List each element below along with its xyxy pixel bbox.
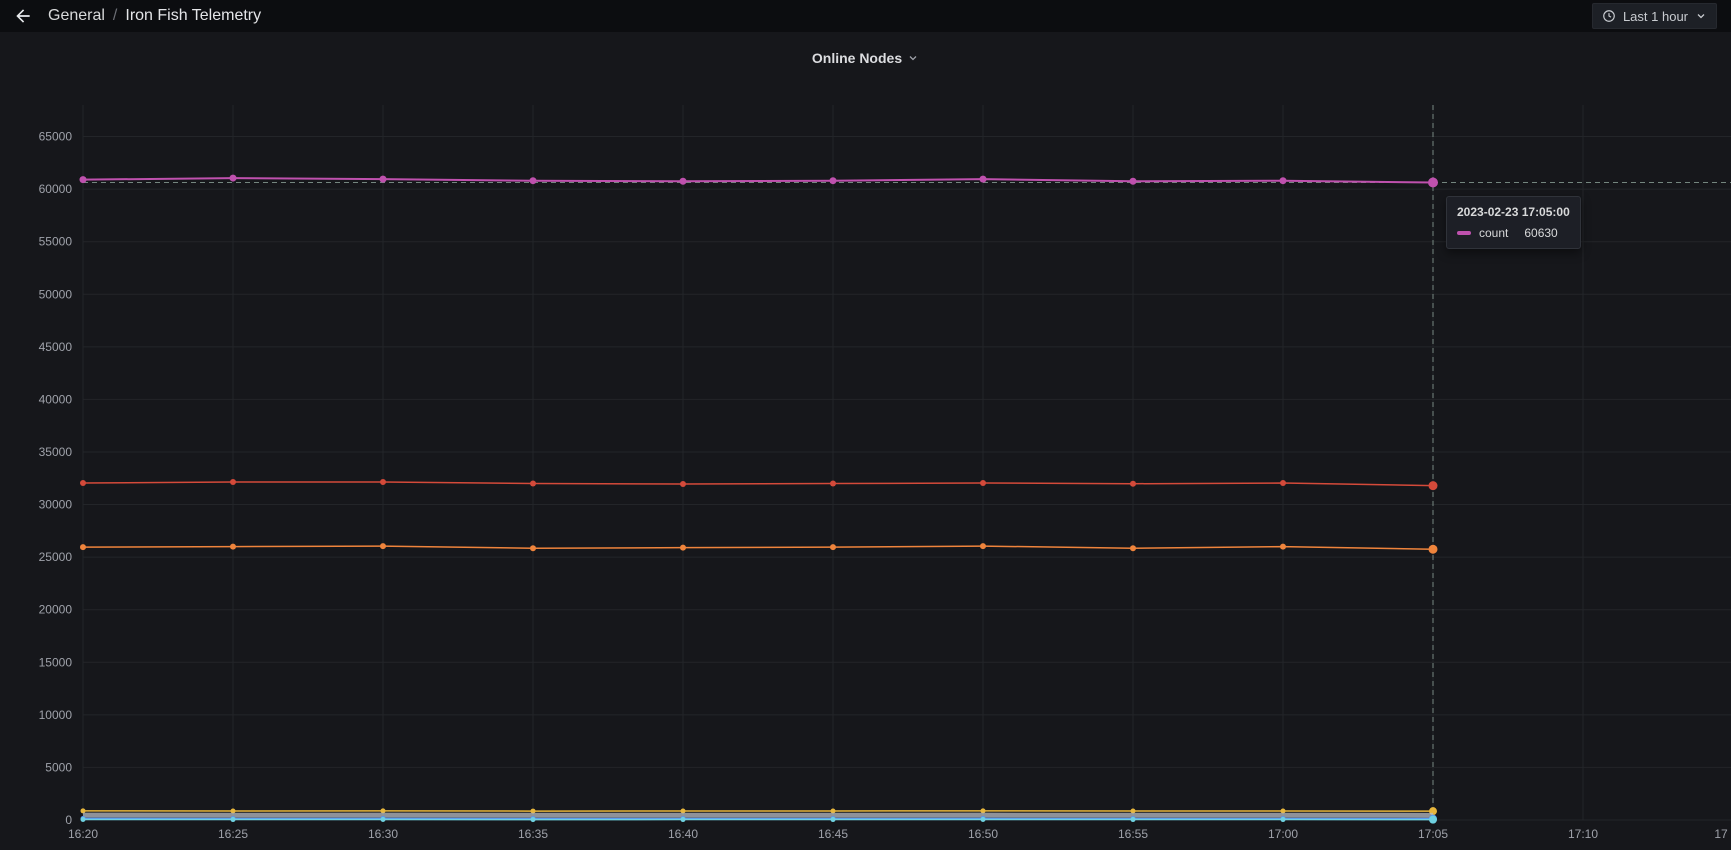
svg-text:17: 17 bbox=[1714, 827, 1728, 841]
svg-text:45000: 45000 bbox=[39, 340, 73, 354]
svg-text:20000: 20000 bbox=[39, 603, 73, 617]
svg-text:16:20: 16:20 bbox=[68, 827, 98, 841]
tooltip-series-swatch bbox=[1457, 231, 1471, 235]
svg-text:16:50: 16:50 bbox=[968, 827, 998, 841]
svg-text:16:30: 16:30 bbox=[368, 827, 398, 841]
svg-text:30000: 30000 bbox=[39, 498, 73, 512]
svg-text:17:10: 17:10 bbox=[1568, 827, 1598, 841]
svg-text:40000: 40000 bbox=[39, 392, 73, 406]
svg-text:16:25: 16:25 bbox=[218, 827, 248, 841]
svg-text:10000: 10000 bbox=[39, 708, 73, 722]
svg-text:60000: 60000 bbox=[39, 182, 73, 196]
svg-text:17:00: 17:00 bbox=[1268, 827, 1298, 841]
tooltip-series-row: count 60630 bbox=[1457, 226, 1570, 240]
svg-text:25000: 25000 bbox=[39, 550, 73, 564]
breadcrumb-dashboard-title[interactable]: Iron Fish Telemetry bbox=[125, 7, 261, 25]
tooltip-series-value: 60630 bbox=[1524, 226, 1558, 240]
svg-text:35000: 35000 bbox=[39, 445, 73, 459]
breadcrumb: General / Iron Fish Telemetry bbox=[48, 7, 261, 25]
svg-text:17:05: 17:05 bbox=[1418, 827, 1448, 841]
chevron-down-icon bbox=[1695, 10, 1707, 22]
chart-tooltip: 2023-02-23 17:05:00 count 60630 bbox=[1446, 196, 1581, 249]
time-range-label: Last 1 hour bbox=[1622, 8, 1688, 24]
svg-text:65000: 65000 bbox=[39, 130, 73, 144]
time-range-picker[interactable]: Last 1 hour bbox=[1591, 3, 1717, 29]
svg-text:15000: 15000 bbox=[39, 655, 73, 669]
svg-text:16:40: 16:40 bbox=[668, 827, 698, 841]
clock-icon bbox=[1602, 9, 1616, 23]
back-button[interactable] bbox=[10, 3, 36, 29]
svg-text:16:35: 16:35 bbox=[518, 827, 548, 841]
panel-title: Online Nodes bbox=[811, 50, 903, 66]
tooltip-timestamp: 2023-02-23 17:05:00 bbox=[1457, 205, 1570, 219]
svg-text:50000: 50000 bbox=[39, 287, 73, 301]
breadcrumb-section[interactable]: General bbox=[48, 7, 105, 25]
tooltip-series-label: count bbox=[1479, 226, 1509, 240]
svg-text:16:55: 16:55 bbox=[1118, 827, 1148, 841]
svg-text:0: 0 bbox=[65, 813, 72, 827]
arrow-left-icon bbox=[13, 6, 33, 26]
svg-text:55000: 55000 bbox=[39, 235, 73, 249]
top-nav-bar: General / Iron Fish Telemetry Last 1 hou… bbox=[0, 0, 1731, 32]
breadcrumb-separator: / bbox=[112, 7, 118, 24]
svg-text:16:45: 16:45 bbox=[818, 827, 848, 841]
panel-title-menu[interactable]: Online Nodes bbox=[0, 32, 1731, 84]
timeseries-chart[interactable]: 0 5000 10000 15000 20000 25000 30000 35000 40000… bbox=[0, 0, 1731, 850]
svg-text:5000: 5000 bbox=[45, 760, 72, 774]
chevron-down-icon bbox=[907, 52, 919, 64]
